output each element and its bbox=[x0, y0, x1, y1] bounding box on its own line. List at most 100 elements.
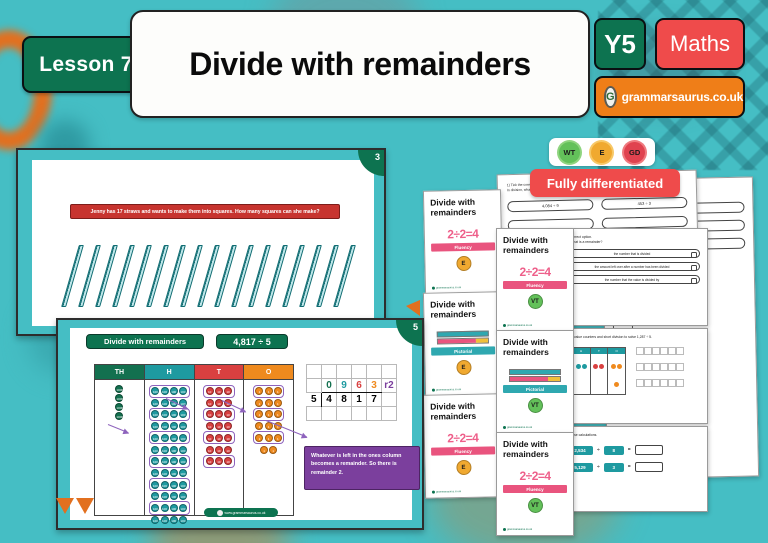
answer-box[interactable] bbox=[634, 445, 663, 456]
question-prompt: In division, what is a remainder? bbox=[554, 240, 603, 245]
place-value-counter: 1 bbox=[264, 398, 273, 407]
counter-group: 111 bbox=[252, 407, 285, 422]
place-value-counter: 100 bbox=[151, 398, 160, 407]
place-value-counter: 100 bbox=[178, 492, 187, 501]
remainder-label: r2 bbox=[381, 378, 397, 393]
option-text: the number that the value is divided by bbox=[604, 277, 660, 282]
equation-art: 2÷2=4 bbox=[519, 265, 551, 280]
difficulty-badge: E bbox=[455, 255, 472, 272]
expression-pill: 4,084 ÷ 9 bbox=[507, 199, 594, 213]
place-value-counter: 10 bbox=[205, 445, 214, 454]
place-value-counter: 100 bbox=[151, 387, 160, 396]
slide-canvas: Jenny has 17 straws and wants to make th… bbox=[32, 160, 374, 326]
option-text: the amount left over after a number has … bbox=[594, 264, 670, 269]
division-row-dividend: 5 4 8 1 7 bbox=[306, 392, 397, 407]
pv-column-th: TH 1000 1000 1000 1000 bbox=[95, 365, 145, 515]
place-value-counter: 100 bbox=[169, 445, 178, 454]
counter-row: 100 100 100 100 bbox=[148, 515, 191, 524]
answer-box[interactable] bbox=[634, 462, 663, 473]
place-value-counter: 1 bbox=[273, 410, 282, 419]
checkbox-icon[interactable] bbox=[691, 251, 697, 258]
place-value-counter: 100 bbox=[160, 387, 169, 396]
teaching-note: Whatever is left in the ones column beco… bbox=[304, 446, 420, 490]
place-value-counter: 10 bbox=[224, 387, 233, 396]
operator: ÷ bbox=[597, 447, 600, 454]
pv-header-t: T bbox=[194, 365, 244, 380]
place-value-counter: 10 bbox=[205, 410, 214, 419]
option-pill[interactable]: the number that is divided bbox=[564, 249, 700, 259]
cover-footer: grammarsaurus.co.uk bbox=[507, 426, 533, 429]
answer-grid[interactable] bbox=[636, 347, 684, 395]
counter-group: 100 100 100 100 bbox=[148, 454, 190, 468]
place-value-counter: 100 bbox=[169, 433, 178, 442]
place-value-counter: 100 bbox=[160, 410, 169, 419]
place-value-counter: 100 bbox=[178, 422, 187, 431]
calculation-row: a 2,534 ÷ 8 = bbox=[556, 445, 698, 456]
differentiation-badges: WT E GD bbox=[549, 138, 655, 166]
footer-logo-icon bbox=[431, 490, 435, 494]
divisor-chip: 8 bbox=[603, 445, 624, 455]
place-value-counter: 1000 bbox=[115, 393, 124, 402]
place-value-counter: 100 bbox=[160, 457, 169, 466]
cover-title: Divide with remainders bbox=[503, 439, 549, 460]
place-value-counter: 100 bbox=[178, 515, 187, 524]
place-value-counter: 100 bbox=[178, 503, 187, 512]
place-value-counter: 100 bbox=[169, 515, 178, 524]
place-value-counter: 1 bbox=[264, 387, 273, 396]
place-value-counter: 1 bbox=[264, 433, 273, 442]
note-text: Whatever is left in the ones column beco… bbox=[311, 453, 402, 476]
place-value-counter: 100 bbox=[169, 492, 178, 501]
counter-group: 10 10 10 bbox=[203, 454, 235, 468]
checkbox-icon[interactable] bbox=[691, 264, 697, 271]
cover-footer: grammarsaurus.co.uk bbox=[435, 490, 462, 494]
place-value-counter: 100 bbox=[151, 468, 160, 477]
option-pill[interactable]: the amount left over after a number has … bbox=[564, 262, 700, 272]
place-value-counter: 1 bbox=[264, 410, 273, 419]
option-row[interactable]: c the number that the value is divided b… bbox=[554, 275, 700, 285]
option-text: the number that is divided bbox=[613, 251, 651, 256]
question-text: Jenny has 17 straws and wants to make th… bbox=[90, 208, 320, 215]
worksheet-cover-3[interactable]: Divide with remainders 2÷2=4 Fluency E g… bbox=[422, 393, 504, 499]
option-pill[interactable]: the number that the value is divided by bbox=[564, 275, 700, 285]
place-value-counter: 100 bbox=[160, 422, 169, 431]
slide-title: Divide with remainders bbox=[103, 337, 187, 346]
option-row[interactable]: a the number that is divided bbox=[554, 249, 700, 259]
place-value-counter: 1 bbox=[255, 398, 264, 407]
question-banner: Jenny has 17 straws and wants to make th… bbox=[70, 204, 340, 219]
worksheet-cover-6[interactable]: Divide with remainders 2÷2=4 Fluency VT … bbox=[496, 432, 574, 536]
worksheet-cover-2[interactable]: Divide with remainders Pictorial E gramm… bbox=[422, 291, 504, 397]
place-value-counter: 100 bbox=[151, 457, 160, 466]
counter-row: 100 100 100 100 bbox=[148, 492, 191, 501]
counter-row: 1000 bbox=[98, 402, 141, 411]
type-chip: Pictorial bbox=[503, 385, 567, 394]
worksheet-cover-4[interactable]: Divide with remainders 2÷2=4 Fluency VT … bbox=[496, 228, 574, 332]
checkbox-icon[interactable] bbox=[691, 277, 697, 284]
counter-group: 100 100 100 100 bbox=[148, 501, 190, 515]
place-value-counter: 100 bbox=[151, 422, 160, 431]
worksheet-cover-1[interactable]: Divide with remainders 2÷2=4 Fluency E g… bbox=[422, 189, 504, 295]
quotient-digit: 0 bbox=[321, 378, 337, 393]
worksheet-cover-5[interactable]: Divide with remainders Pictorial VT gram… bbox=[496, 330, 574, 434]
counter-row: 100 100 100 100 bbox=[148, 501, 191, 515]
place-value-counter: 100 bbox=[169, 422, 178, 431]
counter-group: 100 100 100 100 bbox=[148, 431, 190, 445]
slide-preview-3[interactable]: Jenny has 17 straws and wants to make th… bbox=[16, 148, 386, 336]
counter-group: 111 bbox=[252, 384, 285, 398]
cover-title: Divide with remainders bbox=[503, 337, 549, 358]
option-row[interactable]: b the amount left over after a number ha… bbox=[554, 262, 700, 272]
counter-row: 1000 bbox=[98, 384, 141, 393]
place-value-chart: TH 1000 1000 1000 1000 H 100 100 100 100 100 100… bbox=[94, 364, 294, 524]
dividend-digit: 7 bbox=[366, 392, 382, 407]
cover-title: Divide with remainders bbox=[430, 400, 477, 422]
place-value-counter: 1 bbox=[273, 433, 282, 442]
cover-title: Divide with remainders bbox=[430, 196, 477, 218]
quotient-digit: 9 bbox=[336, 378, 352, 393]
cover-footer: grammarsaurus.co.uk bbox=[507, 528, 533, 531]
counter-group: 111 bbox=[252, 431, 285, 445]
place-value-counter: 1 bbox=[255, 422, 264, 431]
counter-row: 10 10 10 bbox=[198, 407, 241, 422]
footer-logo-icon bbox=[216, 509, 223, 516]
footer-text: www.grammarsaurus.co.uk bbox=[224, 510, 266, 515]
counter-row: 100 100 100 100 bbox=[148, 384, 191, 398]
calculation-label: 4,817 ÷ 5 bbox=[233, 336, 271, 347]
